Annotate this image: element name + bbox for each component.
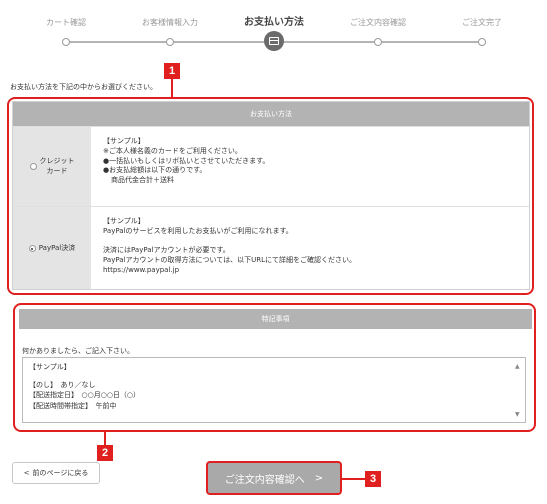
chevron-right-icon: > xyxy=(314,472,324,484)
step-label: ご注文内容確認 xyxy=(350,18,406,27)
checkout-progress-stepper: カート確認 お客様情報入力 お支払い方法 ご注文内容確認 ご注文完了 xyxy=(0,0,547,62)
callout-badge-3: 3 xyxy=(365,471,381,487)
step-dot xyxy=(166,38,174,46)
callout-2-connector xyxy=(104,432,106,446)
payment-instruction: お支払い方法を下記の中からお選びください。 xyxy=(10,83,157,91)
step-order-confirm: ご注文内容確認 xyxy=(323,0,433,46)
credit-card-icon xyxy=(264,31,284,51)
annotation-frame-payment xyxy=(7,97,534,295)
step-customer-info: お客様情報入力 xyxy=(115,0,225,46)
callout-1-connector xyxy=(171,78,173,98)
callout-badge-2: 2 xyxy=(97,445,113,461)
confirm-button-label: ご注文内容確認へ xyxy=(224,474,305,486)
step-cart-confirm: カート確認 xyxy=(11,0,121,46)
step-label: ご注文完了 xyxy=(462,18,502,27)
back-button-label: 前のページに戻る xyxy=(32,469,89,477)
step-dot xyxy=(478,38,486,46)
step-payment-method: お支払い方法 xyxy=(219,0,329,51)
confirm-order-button[interactable]: ご注文内容確認へ > xyxy=(206,461,342,495)
annotation-frame-notes xyxy=(13,303,536,432)
step-label: お客様情報入力 xyxy=(142,18,198,27)
step-dot xyxy=(62,38,70,46)
step-order-complete: ご注文完了 xyxy=(427,0,537,46)
callout-badge-1: 1 xyxy=(164,63,180,79)
callout-3-connector xyxy=(342,478,366,480)
back-button[interactable]: < 前のページに戻る xyxy=(12,462,100,484)
chevron-left-icon: < xyxy=(23,469,30,477)
step-label: カート確認 xyxy=(46,18,86,27)
step-dot xyxy=(374,38,382,46)
step-label: お支払い方法 xyxy=(244,17,304,28)
